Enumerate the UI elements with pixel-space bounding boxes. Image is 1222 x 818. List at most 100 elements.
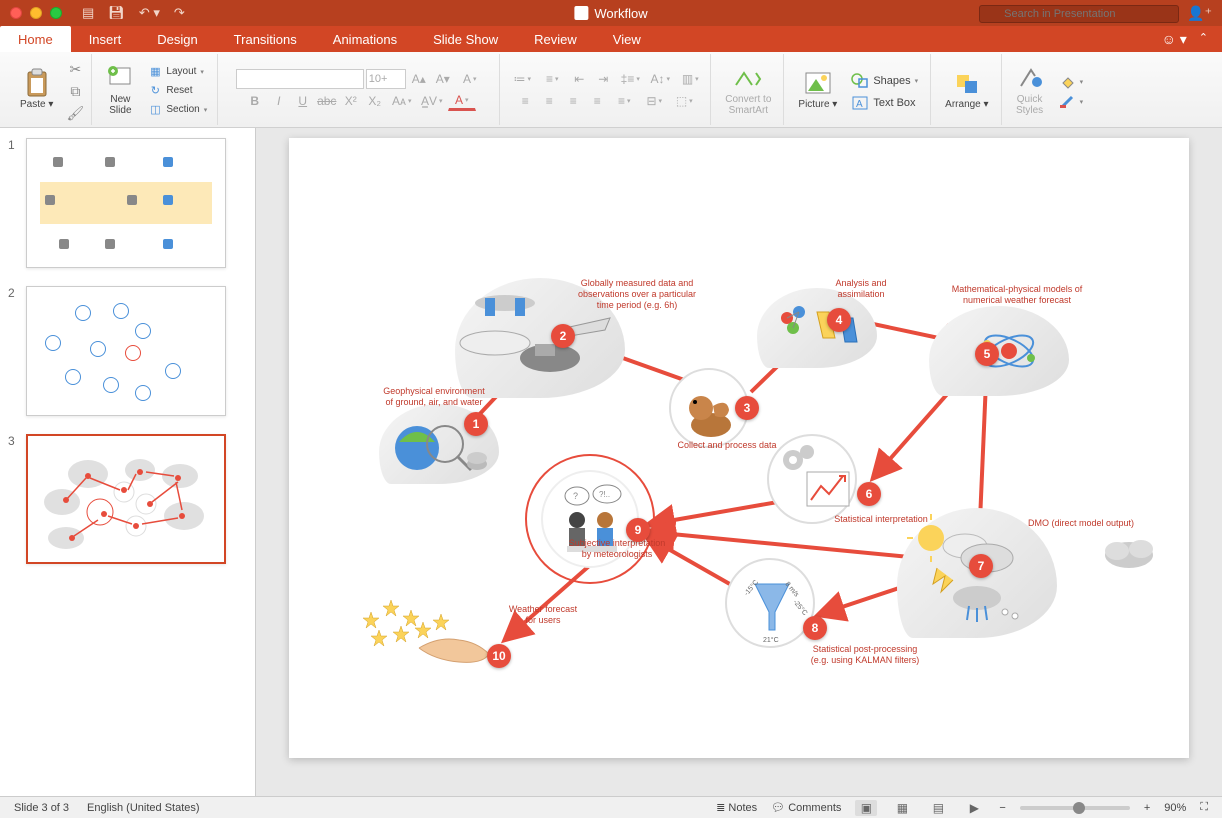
- file-icon[interactable]: ▤: [82, 5, 94, 21]
- slide-indicator: Slide 3 of 3: [14, 802, 69, 814]
- zoom-out-button[interactable]: −: [999, 802, 1005, 814]
- clipboard-icon: [23, 69, 51, 97]
- node-7-label: DMO (direct model output): [1001, 518, 1161, 529]
- columns-button[interactable]: ▥: [676, 69, 704, 89]
- shapes-button[interactable]: Shapes▾: [845, 71, 924, 91]
- list-level-button[interactable]: ⬚: [670, 91, 698, 111]
- reset-button[interactable]: ↻Reset: [144, 82, 211, 100]
- zoom-level[interactable]: 90%: [1164, 802, 1186, 814]
- convert-label: Convert to SmartArt: [725, 94, 771, 116]
- zoom-slider[interactable]: [1020, 806, 1130, 810]
- align-center-button[interactable]: ≡: [538, 91, 560, 111]
- superscript-button[interactable]: X²: [340, 91, 362, 111]
- underline-button[interactable]: U: [292, 91, 314, 111]
- ribbon-home: Paste ▾ ✂︎ ⧉ 🖌︎ New Slide ▦Layout ▾ ↻Res…: [0, 52, 1222, 128]
- line-spacing-button[interactable]: ‡≡: [616, 69, 644, 89]
- char-spacing-button[interactable]: A͇V: [418, 91, 446, 111]
- thumbnail-2[interactable]: 2: [8, 286, 247, 416]
- smartart-group: Convert to SmartArt: [713, 54, 784, 125]
- language-indicator[interactable]: English (United States): [87, 802, 200, 814]
- collapse-ribbon-icon[interactable]: ⌃: [1199, 31, 1208, 48]
- clear-format-button[interactable]: A: [456, 69, 484, 89]
- share-icon[interactable]: 👤⁺: [1187, 5, 1212, 22]
- font-size-select[interactable]: [366, 69, 406, 89]
- cloud-decoration: [1099, 533, 1159, 578]
- svg-text:21°C: 21°C: [763, 636, 779, 644]
- shape-outline-button[interactable]: ▾: [1054, 93, 1090, 111]
- tab-design[interactable]: Design: [139, 26, 215, 52]
- zoom-window[interactable]: [50, 7, 62, 19]
- numbering-button[interactable]: ≡: [538, 69, 566, 89]
- tab-slideshow[interactable]: Slide Show: [415, 26, 516, 52]
- strike-button[interactable]: abc: [316, 91, 338, 111]
- tab-animations[interactable]: Animations: [315, 26, 415, 52]
- search-area: 🔍︎ 👤⁺: [979, 4, 1212, 23]
- justify-button[interactable]: ≡: [586, 91, 608, 111]
- layout-button[interactable]: ▦Layout ▾: [144, 63, 211, 81]
- minimize-window[interactable]: [30, 7, 42, 19]
- quick-access-toolbar: ▤ 💾︎ ↶ ▾ ↷: [82, 5, 185, 21]
- font-family-select[interactable]: [236, 69, 364, 89]
- tab-view[interactable]: View: [595, 26, 659, 52]
- textbox-button[interactable]: A Text Box: [845, 93, 924, 113]
- font-color-button[interactable]: A: [448, 91, 476, 111]
- copy-icon[interactable]: ⧉: [65, 83, 85, 101]
- align-text-button[interactable]: ⊟: [640, 91, 668, 111]
- new-slide-button[interactable]: New Slide: [100, 60, 140, 120]
- paste-button[interactable]: Paste ▾: [14, 65, 59, 114]
- layout-icon: ▦: [148, 65, 162, 79]
- align-right-button[interactable]: ≡: [562, 91, 584, 111]
- node-1-badge: 1: [464, 412, 488, 436]
- italic-button[interactable]: I: [268, 91, 290, 111]
- arrange-button[interactable]: Arrange ▾: [939, 65, 994, 114]
- quick-styles-icon: [1016, 64, 1044, 92]
- node-1-label: Geophysical environment of ground, air, …: [354, 386, 514, 408]
- outdent-button[interactable]: ⇤: [568, 69, 590, 89]
- align-left-button[interactable]: ≡: [514, 91, 536, 111]
- bullets-button[interactable]: ≔: [508, 69, 536, 89]
- comments-toggle[interactable]: 💬︎ Comments: [771, 801, 841, 814]
- shape-fill-button[interactable]: ▾: [1054, 73, 1090, 91]
- sorter-view-button[interactable]: ▦: [891, 800, 913, 816]
- reading-view-button[interactable]: ▤: [927, 800, 949, 816]
- grow-font-button[interactable]: A▴: [408, 69, 430, 89]
- slide-canvas-area[interactable]: -15°C8 m/s-25°C21°C ??!.. Geophysical en…: [256, 128, 1222, 796]
- node-5-shape: [929, 306, 1069, 396]
- shrink-font-button[interactable]: A▾: [432, 69, 454, 89]
- notes-toggle[interactable]: ≣ Notes: [716, 801, 757, 814]
- thumbnail-3[interactable]: 3: [8, 434, 247, 564]
- title-text: Workflow: [594, 6, 647, 21]
- slide[interactable]: -15°C8 m/s-25°C21°C ??!.. Geophysical en…: [289, 138, 1189, 758]
- section-button[interactable]: ◫Section ▾: [144, 101, 211, 119]
- node-10-badge: 10: [487, 644, 511, 668]
- picture-label: Picture: [798, 99, 829, 110]
- text-direction-button[interactable]: A↕: [646, 69, 674, 89]
- quick-styles-button[interactable]: Quick Styles: [1010, 60, 1050, 120]
- fit-to-window-button[interactable]: ⛶: [1200, 801, 1208, 814]
- subscript-button[interactable]: X₂: [364, 91, 386, 111]
- window-controls: [10, 7, 62, 19]
- bold-button[interactable]: B: [244, 91, 266, 111]
- indent-button[interactable]: ⇥: [592, 69, 614, 89]
- tab-home[interactable]: Home: [0, 26, 71, 52]
- zoom-in-button[interactable]: +: [1144, 802, 1150, 814]
- tab-transitions[interactable]: Transitions: [216, 26, 315, 52]
- picture-button[interactable]: Picture ▾: [792, 65, 843, 114]
- tab-review[interactable]: Review: [516, 26, 595, 52]
- cut-icon[interactable]: ✂︎: [65, 61, 85, 79]
- undo-icon[interactable]: ↶ ▾: [139, 5, 160, 21]
- normal-view-button[interactable]: ▣: [855, 800, 877, 816]
- redo-icon[interactable]: ↷: [174, 5, 185, 21]
- close-window[interactable]: [10, 7, 22, 19]
- change-case-button[interactable]: Aᴀ: [388, 91, 416, 111]
- tab-insert[interactable]: Insert: [71, 26, 140, 52]
- convert-smartart-button[interactable]: Convert to SmartArt: [719, 60, 777, 120]
- format-painter-icon[interactable]: 🖌︎: [65, 105, 85, 123]
- slideshow-view-button[interactable]: ▶: [963, 800, 985, 816]
- search-input[interactable]: [979, 5, 1179, 23]
- distribute-button[interactable]: ≡: [610, 91, 638, 111]
- feedback-icon[interactable]: ☺ ▾: [1162, 31, 1187, 48]
- node-4-shape: [757, 288, 877, 368]
- save-icon[interactable]: 💾︎: [108, 5, 125, 21]
- thumbnail-1[interactable]: 1: [8, 138, 247, 268]
